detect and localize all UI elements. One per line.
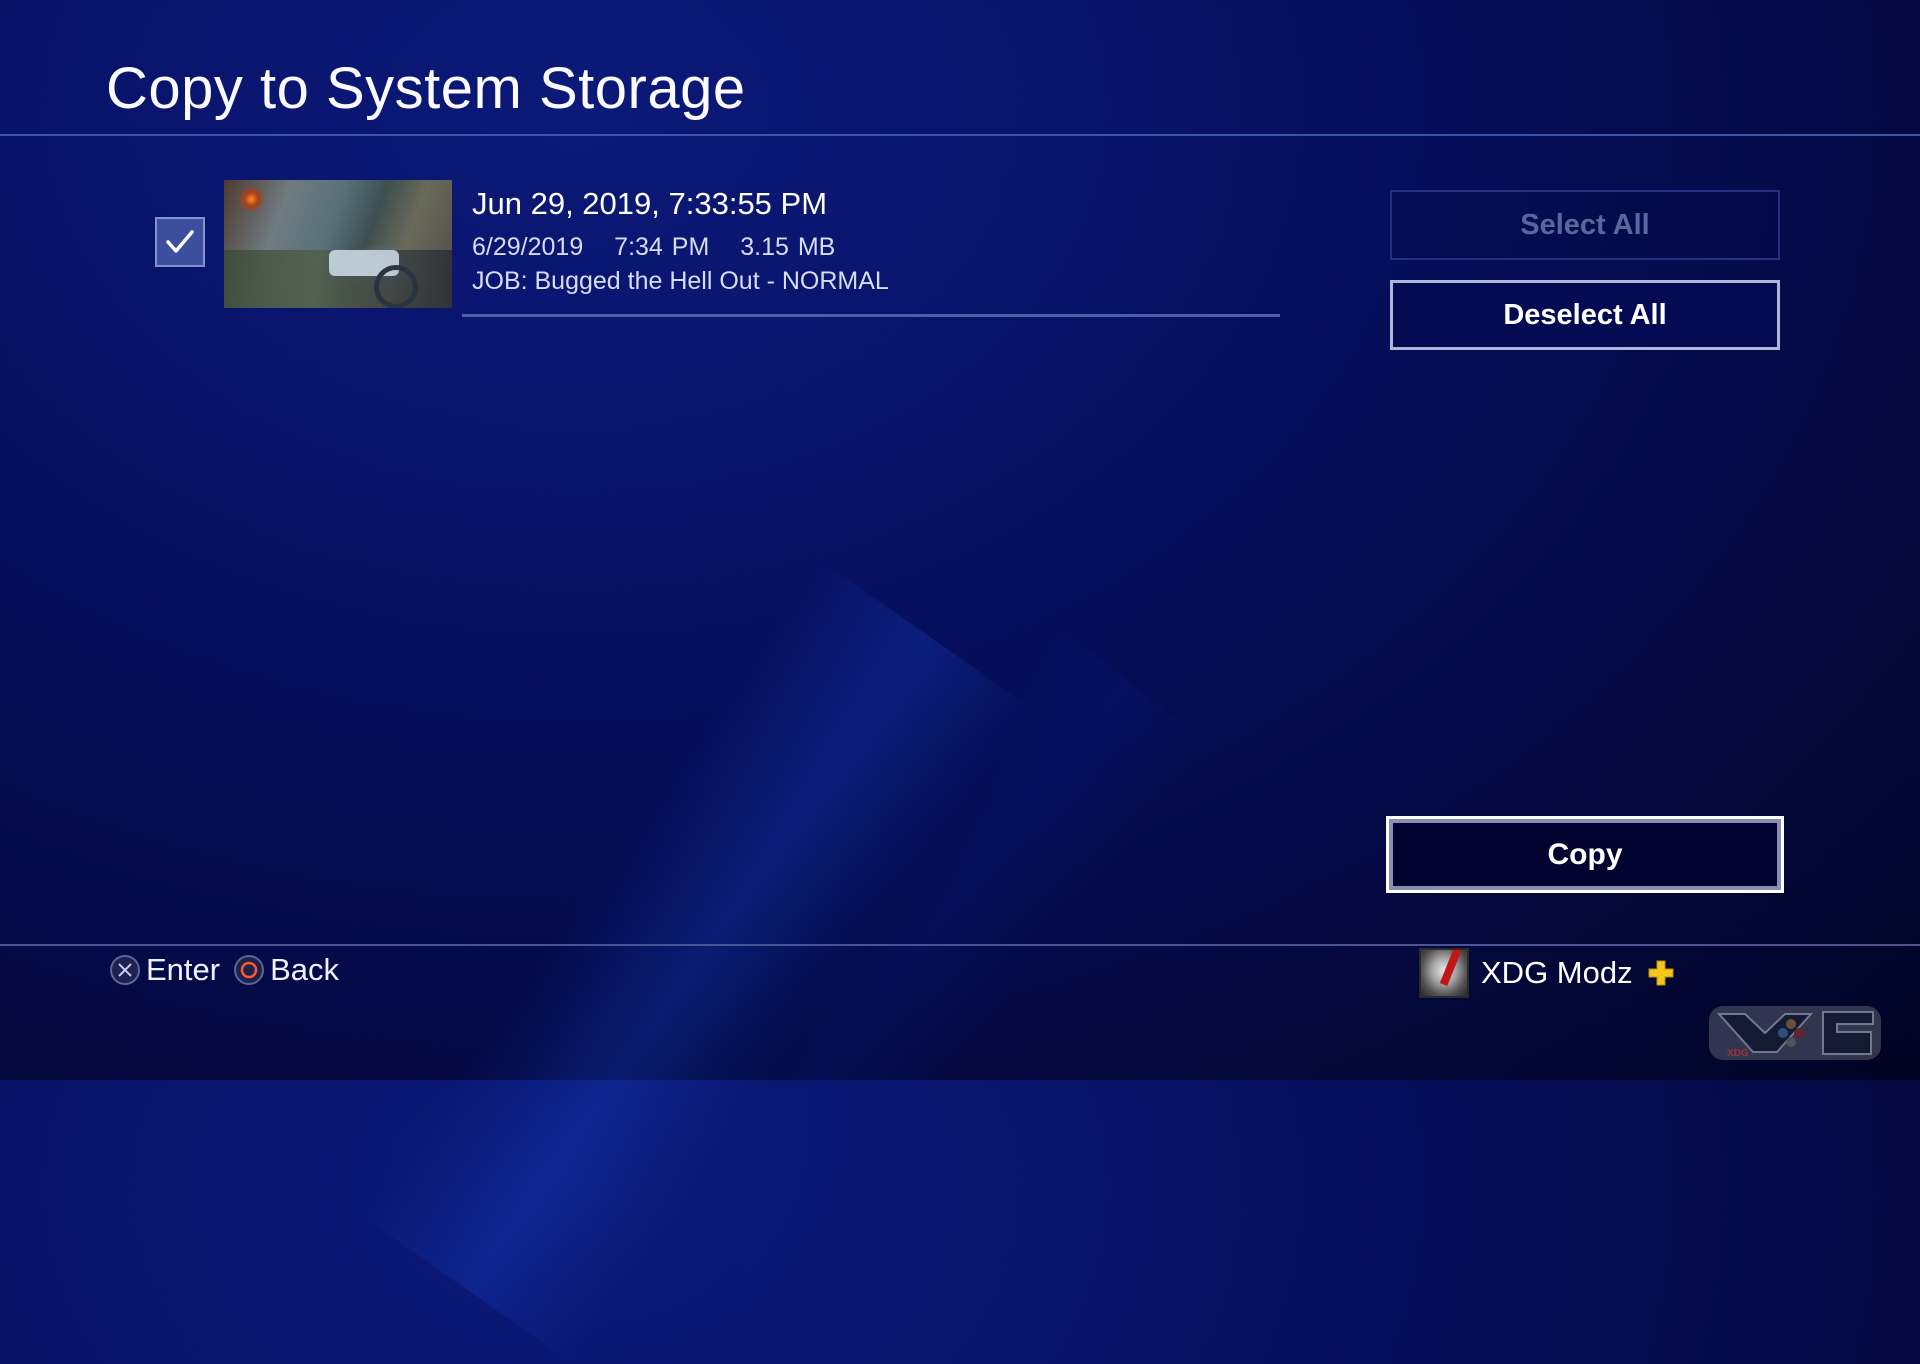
item-description: JOB: Bugged the Hell Out - NORMAL	[472, 267, 889, 295]
item-title: Jun 29, 2019, 7:33:55 PM	[472, 186, 828, 221]
enter-hint: Enter	[146, 952, 221, 987]
item-checkbox[interactable]	[155, 217, 205, 267]
user-profile: XDG Modz	[1419, 948, 1675, 998]
checkmark-icon	[166, 230, 194, 253]
button-hints: Enter Back	[110, 952, 353, 988]
back-hint: Back	[270, 952, 340, 987]
select-all-button[interactable]: Select All	[1390, 190, 1780, 260]
deselect-all-button[interactable]: Deselect All	[1390, 280, 1780, 350]
footer-divider	[0, 944, 1920, 946]
header-divider	[0, 134, 1920, 136]
page-title: Copy to System Storage	[106, 56, 746, 121]
background-beam	[361, 560, 1033, 1364]
item-date: 6/29/2019	[472, 233, 584, 261]
item-meta: 6/29/2019 7:34 PM 3.15 MB	[472, 233, 857, 262]
item-time: 7:34 PM	[614, 233, 710, 261]
cross-button-icon	[110, 955, 140, 985]
item-divider	[462, 314, 1280, 317]
username: XDG Modz	[1481, 955, 1633, 990]
item-size: 3.15 MB	[740, 233, 836, 261]
save-thumbnail	[224, 180, 452, 308]
background-beam	[619, 620, 1208, 1295]
xdg-logo-icon: XDG	[1709, 1006, 1881, 1060]
watermark-text: XDG	[1727, 1048, 1749, 1059]
copy-button-label: Copy	[1547, 837, 1623, 871]
playstation-plus-icon	[1648, 960, 1674, 986]
copy-button[interactable]: Copy	[1386, 816, 1784, 893]
circle-button-icon	[234, 955, 265, 985]
avatar	[1419, 948, 1469, 998]
